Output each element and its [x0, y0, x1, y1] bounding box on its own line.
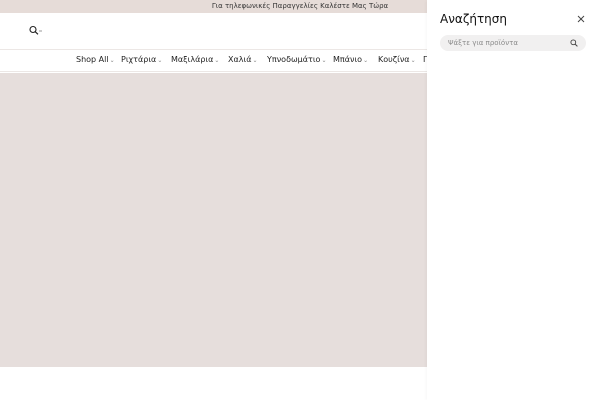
nav-item-rugs[interactable]: Χαλιά⌄ — [228, 55, 258, 66]
nav-item-kitchen[interactable]: Κουζίνα⌄ — [378, 55, 416, 66]
nav-item-pillows[interactable]: Μαξιλάρια⌄ — [171, 55, 219, 66]
chevron-down-icon: ⌄ — [363, 57, 369, 64]
nav-item-throws[interactable]: Ριχτάρια⌄ — [121, 55, 162, 66]
nav-item-label: Κουζίνα — [378, 55, 410, 64]
nav-item-label: Υπνοδωμάτιο — [267, 55, 321, 64]
nav-item-label: Μπάνιο — [333, 55, 363, 64]
chevron-down-icon: ⌄ — [214, 57, 220, 64]
nav-item-label: Χαλιά — [228, 55, 252, 64]
chevron-down-icon: ⌄ — [410, 57, 416, 64]
nav-item-label: Ριχτάρια — [121, 55, 157, 64]
close-icon[interactable] — [576, 14, 586, 24]
chevron-down-icon: ⌄ — [109, 57, 115, 64]
chevron-down-icon: ⌄ — [252, 57, 258, 64]
nav-item-label: Μαξιλάρια — [171, 55, 214, 64]
nav-item-label: Shop All — [76, 55, 109, 64]
nav-item-bathroom[interactable]: Μπάνιο⌄ — [333, 55, 368, 66]
nav-item-shop-all[interactable]: Shop All⌄ — [76, 55, 115, 66]
search-input[interactable] — [448, 37, 566, 49]
search-drawer: Αναζήτηση — [427, 0, 600, 400]
search-drawer-title: Αναζήτηση — [440, 12, 507, 26]
search-icon[interactable] — [570, 39, 578, 47]
chevron-down-icon: ⌄ — [157, 57, 163, 64]
nav-item-bedroom[interactable]: Υπνοδωμάτιο⌄ — [267, 55, 326, 66]
logo-magnifier-icon[interactable] — [28, 25, 46, 35]
chevron-down-icon: ⌄ — [321, 57, 327, 64]
search-field — [440, 35, 586, 51]
